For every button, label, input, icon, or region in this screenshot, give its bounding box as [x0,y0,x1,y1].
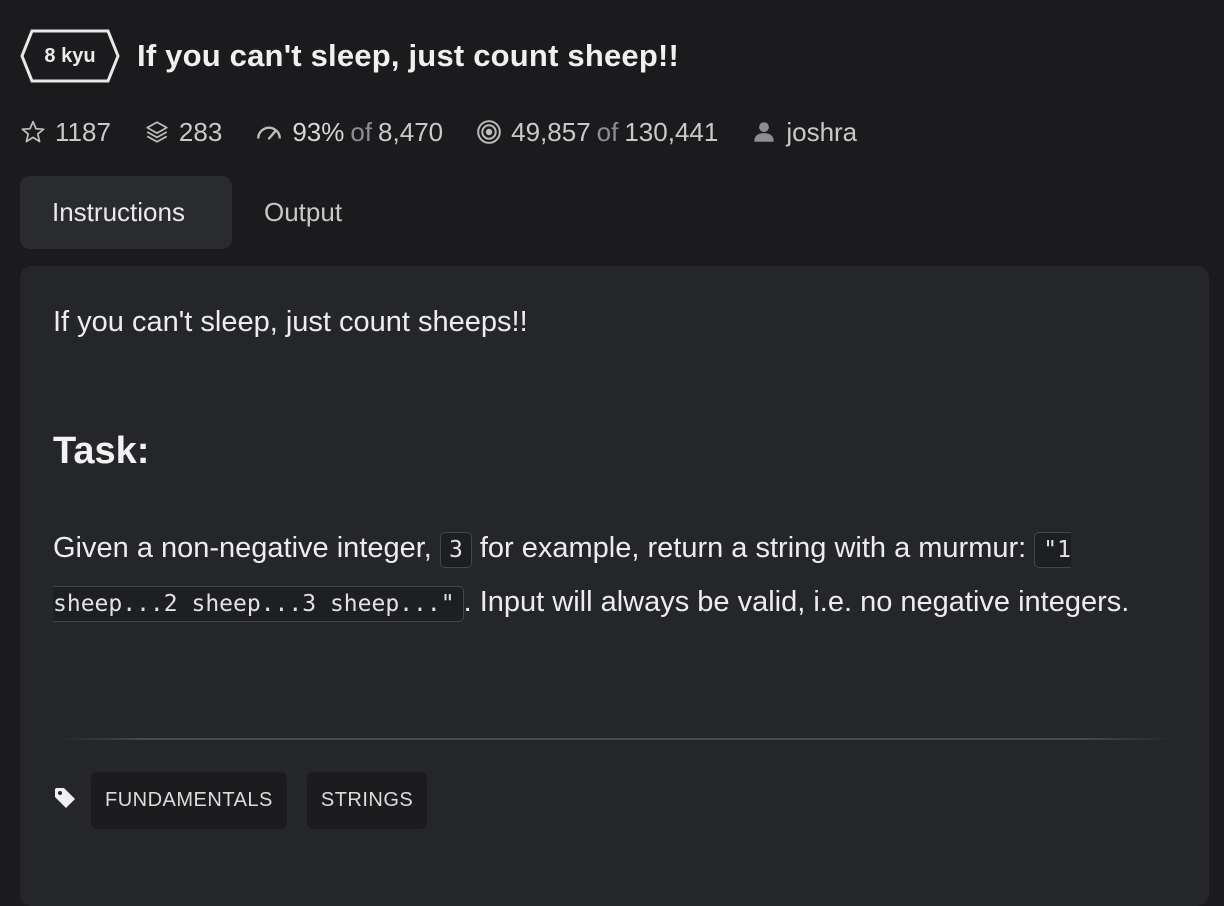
stars-stat[interactable]: 1187 [20,117,111,148]
author-stat[interactable]: joshra [751,117,857,148]
author-name: joshra [786,116,858,147]
satisfaction-votes: 8,470 [378,116,444,147]
completed-count: 49,857 [511,116,591,147]
task-text-1: Given a non-negative integer, [53,532,440,564]
task-heading: Task: [53,430,150,472]
user-icon [751,119,777,145]
task-text-3: . Input will always be valid, i.e. no ne… [463,586,1130,618]
collections-count: 283 [178,116,223,147]
kata-title: If you can't sleep, just count sheep!! [137,38,680,73]
layers-icon [144,119,170,145]
tag-icon [53,786,77,810]
target-icon [476,119,502,145]
tab-output[interactable]: Output [232,176,342,249]
code-example-number: 3 [439,532,472,568]
satisfaction-of-label: of [350,116,373,147]
task-description: Given a non-negative integer, 3 for exam… [53,522,1163,630]
task-text-2: for example, return a string with a murm… [471,532,1035,564]
completed-stat: 49,857 of 130,441 [476,117,718,148]
star-icon [20,119,46,145]
tag-strings[interactable]: STRINGS [306,772,428,829]
satisfaction-stat: 93% of 8,470 [255,117,443,148]
collections-stat[interactable]: 283 [144,117,222,148]
kata-header: 8 kyu If you can't sleep, just count she… [20,29,679,83]
rank-label: 8 kyu [44,44,96,67]
tag-fundamentals[interactable]: FUNDAMENTALS [91,772,287,829]
kata-tabs: Instructions Output [20,176,342,249]
instructions-panel: If you can't sleep, just count sheeps!! … [20,266,1209,906]
tab-instructions[interactable]: Instructions [20,176,232,249]
tags-row: FUNDAMENTALS STRINGS [53,772,447,829]
kata-stats: 1187 283 93% of 8,470 49,857 of 130,441 … [20,114,890,150]
rank-badge: 8 kyu [20,29,120,83]
divider [60,738,1170,740]
attempts-count: 130,441 [624,116,719,147]
instructions-intro: If you can't sleep, just count sheeps!! [53,306,528,338]
completed-of-label: of [596,116,619,147]
satisfaction-percent: 93% [292,116,345,147]
gauge-icon [255,119,283,145]
stars-count: 1187 [55,116,111,147]
